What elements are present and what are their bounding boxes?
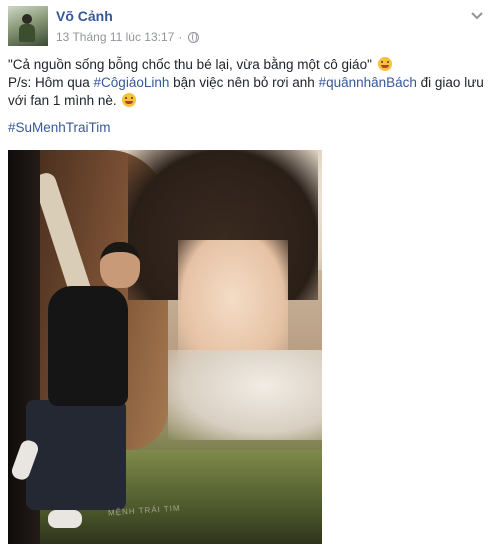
- post-header: Võ Cảnh 13 Tháng 11 lúc 13:17 ·: [8, 4, 489, 48]
- hashtag-sumenhtraitim[interactable]: #SuMenhTraiTim: [8, 120, 111, 135]
- post-text: "Cả nguồn sống bỗng chốc thu bé lại, vừa…: [8, 56, 487, 110]
- author-name[interactable]: Võ Cảnh: [56, 8, 113, 24]
- post-text-line2: P/s: Hôm qua #CôgiáoLinh bận việc nên bỏ…: [8, 75, 484, 108]
- facebook-post: Võ Cảnh 13 Tháng 11 lúc 13:17 · "Cả nguồ…: [0, 0, 497, 548]
- laughing-emoji-icon: [122, 93, 137, 107]
- timestamp[interactable]: 13 Tháng 11 lúc 13:17: [56, 30, 174, 44]
- meta-separator: ·: [178, 30, 183, 44]
- tongue-emoji-icon: [377, 57, 392, 71]
- globe-icon[interactable]: [188, 31, 200, 43]
- post-photo[interactable]: MỆNH TRÁI TIM: [8, 150, 322, 544]
- hashtag-quannhanbach[interactable]: #quânnhânBách: [319, 75, 417, 90]
- post-hashtag-line: #SuMenhTraiTim: [8, 120, 111, 135]
- post-meta: 13 Tháng 11 lúc 13:17 ·: [56, 30, 200, 44]
- avatar[interactable]: [8, 6, 48, 46]
- post-text-line1: "Cả nguồn sống bỗng chốc thu bé lại, vừa…: [8, 56, 487, 74]
- chevron-down-icon[interactable]: [467, 8, 487, 24]
- hashtag-cogiaolinh[interactable]: #CôgiáoLinh: [94, 75, 170, 90]
